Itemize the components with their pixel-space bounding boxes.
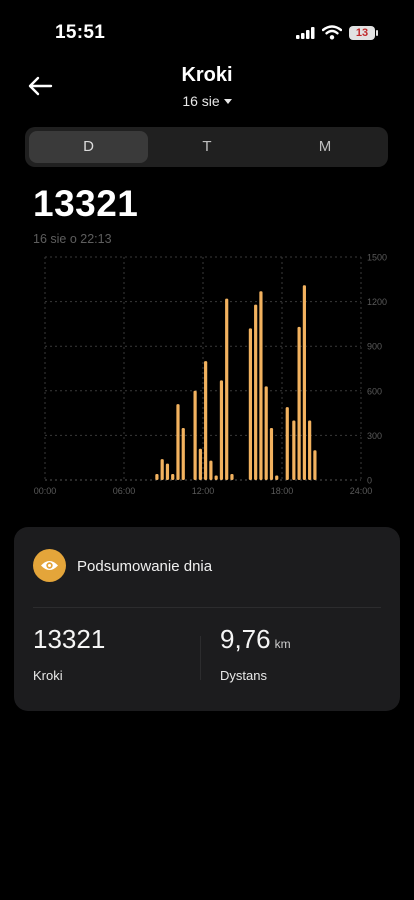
period-segmented-control: D T M	[25, 127, 388, 167]
chart-bar	[209, 460, 213, 480]
x-tick-label: 18:00	[271, 486, 294, 496]
date-selector[interactable]: 16 sie	[0, 93, 414, 109]
chart-bar	[219, 380, 224, 480]
date-selector-label: 16 sie	[182, 93, 220, 109]
chart-bar	[181, 427, 185, 480]
chevron-down-icon	[223, 98, 232, 104]
chart-bar	[302, 285, 306, 480]
tab-day[interactable]: D	[29, 131, 148, 163]
chart-bar	[193, 390, 197, 480]
chart-bar	[225, 298, 229, 480]
y-tick-label: 1500	[367, 253, 387, 263]
steps-stat-label: Kroki	[33, 668, 63, 683]
steps-stat-value: 13321	[33, 624, 106, 654]
x-tick-label: 24:00	[350, 486, 373, 496]
wifi-icon	[322, 25, 342, 40]
steps-bar-chart: 00:00 06:00 12:00 18:00 24:000 300 600 900 1200 1…	[34, 253, 387, 497]
chart-bar	[214, 475, 218, 480]
chart-bar	[264, 386, 268, 480]
distance-stat-label: Dystans	[220, 668, 267, 683]
battery-icon: 13	[349, 26, 375, 40]
eye-icon	[33, 549, 66, 582]
divider	[33, 607, 381, 608]
chart-bar	[176, 404, 180, 480]
chart-bar	[275, 475, 279, 480]
y-tick-label: 0	[367, 476, 372, 486]
status-bar: 15:51 13	[0, 0, 414, 60]
y-tick-label: 1200	[367, 297, 387, 307]
chart-bar	[155, 474, 159, 480]
chart-bar	[165, 463, 170, 480]
chart-bar	[269, 427, 274, 480]
x-tick-label: 06:00	[113, 486, 136, 496]
y-tick-label: 300	[367, 431, 382, 441]
chart-bar	[313, 450, 317, 480]
chart-bar	[160, 459, 164, 480]
card-title: Podsumowanie dnia	[77, 558, 213, 575]
chart-bar	[259, 291, 263, 480]
chart-bar	[297, 326, 301, 480]
tab-week[interactable]: T	[148, 131, 266, 163]
x-tick-label: 00:00	[34, 486, 57, 496]
page-title: Kroki	[181, 64, 233, 86]
tab-month[interactable]: M	[266, 131, 384, 163]
divider-vertical	[200, 636, 201, 680]
distance-unit: km	[274, 637, 291, 651]
cellular-signal-icon	[296, 27, 315, 39]
distance-stat-value: 9,76	[220, 624, 271, 654]
chart-bar	[254, 304, 258, 480]
last-sync-timestamp: 16 sie o 22:13	[33, 232, 112, 246]
total-steps-value: 13321	[33, 183, 139, 224]
y-tick-label: 900	[367, 342, 382, 352]
distance-stat: 9,76 km	[220, 624, 291, 655]
y-tick-label: 600	[367, 386, 382, 396]
x-tick-label: 12:00	[192, 486, 215, 496]
chart-bar	[248, 328, 252, 480]
battery-cap	[376, 30, 378, 36]
chart-bar	[204, 361, 208, 480]
chart-bar	[198, 448, 202, 480]
chart-bar	[292, 420, 296, 480]
chart-bar	[285, 407, 289, 480]
status-time: 15:51	[55, 22, 106, 43]
day-summary-card[interactable]: Podsumowanie dnia 13321 Kroki 9,76 km Dys…	[14, 527, 400, 711]
chart-bar	[308, 420, 312, 480]
chart-bar	[171, 474, 175, 480]
chart-bar	[230, 474, 234, 480]
